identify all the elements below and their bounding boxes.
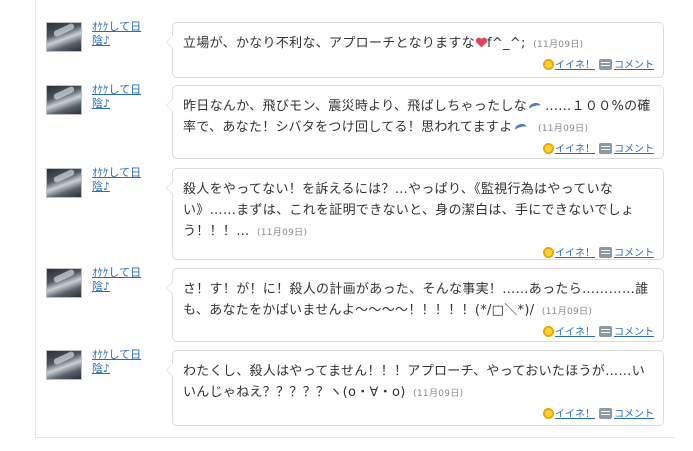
comment-date: (11月09日): [256, 228, 308, 238]
username-link[interactable]: ｵｹｹして日陰♪: [92, 266, 148, 294]
comment-bubble: 立場が、かなり不利な、アプローチとなりますな f^_^; (11月09日) イイネ…: [166, 22, 664, 78]
comment-actions: イイネ！ コメント: [183, 143, 654, 157]
comment-actions: イイネ！ コメント: [183, 247, 654, 261]
avatar[interactable]: [46, 168, 82, 198]
comment-date: (11月09日): [541, 307, 593, 317]
like-link[interactable]: イイネ！: [555, 248, 595, 259]
comment-icon: [599, 59, 612, 70]
comment-text: 昨日なんか、飛びモン、震災時より、飛ばしちゃったしな ……１００%の確率で、あなた…: [183, 99, 651, 135]
avatar[interactable]: [46, 85, 82, 115]
comment-link[interactable]: コメント: [614, 248, 654, 259]
comment-bubble: さ！す！が！に！殺人の計画があった、そんな事実！……あったら…………誰も、あなた…: [166, 268, 664, 342]
comment-bubble: 殺人をやってない！を訴えるには？…やっぱり、《監視行為はやっていない》……まずは…: [166, 168, 664, 261]
comment-icon: [599, 143, 612, 154]
username-link[interactable]: ｵｹｹして日陰♪: [92, 166, 148, 194]
comment-text: わたくし、殺人はやってません！！！アプローチ、やっておいたほうが……いいんじゃね…: [183, 364, 645, 400]
star-icon: [543, 408, 554, 419]
star-icon: [543, 326, 554, 337]
wave-emoji-icon: [529, 101, 543, 111]
like-link[interactable]: イイネ！: [555, 60, 595, 71]
avatar[interactable]: [46, 22, 82, 52]
comment-date: (11月09日): [537, 124, 589, 134]
heart-emoji-icon: [476, 38, 486, 48]
comment-date: (11月09日): [533, 40, 584, 50]
comment-link[interactable]: コメント: [614, 327, 654, 338]
comment-bubble: わたくし、殺人はやってません！！！アプローチ、やっておいたほうが……いいんじゃね…: [166, 350, 664, 426]
comment-icon: [599, 408, 612, 419]
comment-link[interactable]: コメント: [614, 60, 654, 71]
comment-link[interactable]: コメント: [614, 409, 654, 420]
comment-actions: イイネ！ コメント: [183, 326, 654, 340]
username-link[interactable]: ｵｹｹして日陰♪: [92, 20, 148, 48]
star-icon: [543, 59, 554, 70]
avatar[interactable]: [46, 268, 82, 298]
like-link[interactable]: イイネ！: [555, 327, 595, 338]
comment-date: (11月09日): [413, 389, 464, 399]
star-icon: [543, 143, 554, 154]
avatar[interactable]: [46, 350, 82, 380]
comment-text: 殺人をやってない！を訴えるには？…やっぱり、《監視行為はやっていない》……まずは…: [183, 182, 635, 239]
username-link[interactable]: ｵｹｹして日陰♪: [92, 348, 148, 376]
like-link[interactable]: イイネ！: [555, 144, 595, 155]
comment-actions: イイネ！ コメント: [183, 59, 654, 73]
comment-icon: [599, 326, 612, 337]
comment-text: 立場が、かなり不利な、アプローチとなりますな f^_^; (11月09日): [183, 36, 584, 51]
comment-actions: イイネ！ コメント: [183, 408, 654, 422]
comment-link[interactable]: コメント: [614, 144, 654, 155]
comment-text: さ！す！が！に！殺人の計画があった、そんな事実！……あったら…………誰も、あなた…: [183, 282, 649, 318]
comment-icon: [599, 247, 612, 258]
comment-bubble: 昨日なんか、飛びモン、震災時より、飛ばしちゃったしな ……１００%の確率で、あなた…: [166, 85, 664, 159]
like-link[interactable]: イイネ！: [555, 409, 595, 420]
star-icon: [543, 247, 554, 258]
username-link[interactable]: ｵｹｹして日陰♪: [92, 83, 148, 111]
wave-emoji-icon: [515, 122, 529, 132]
